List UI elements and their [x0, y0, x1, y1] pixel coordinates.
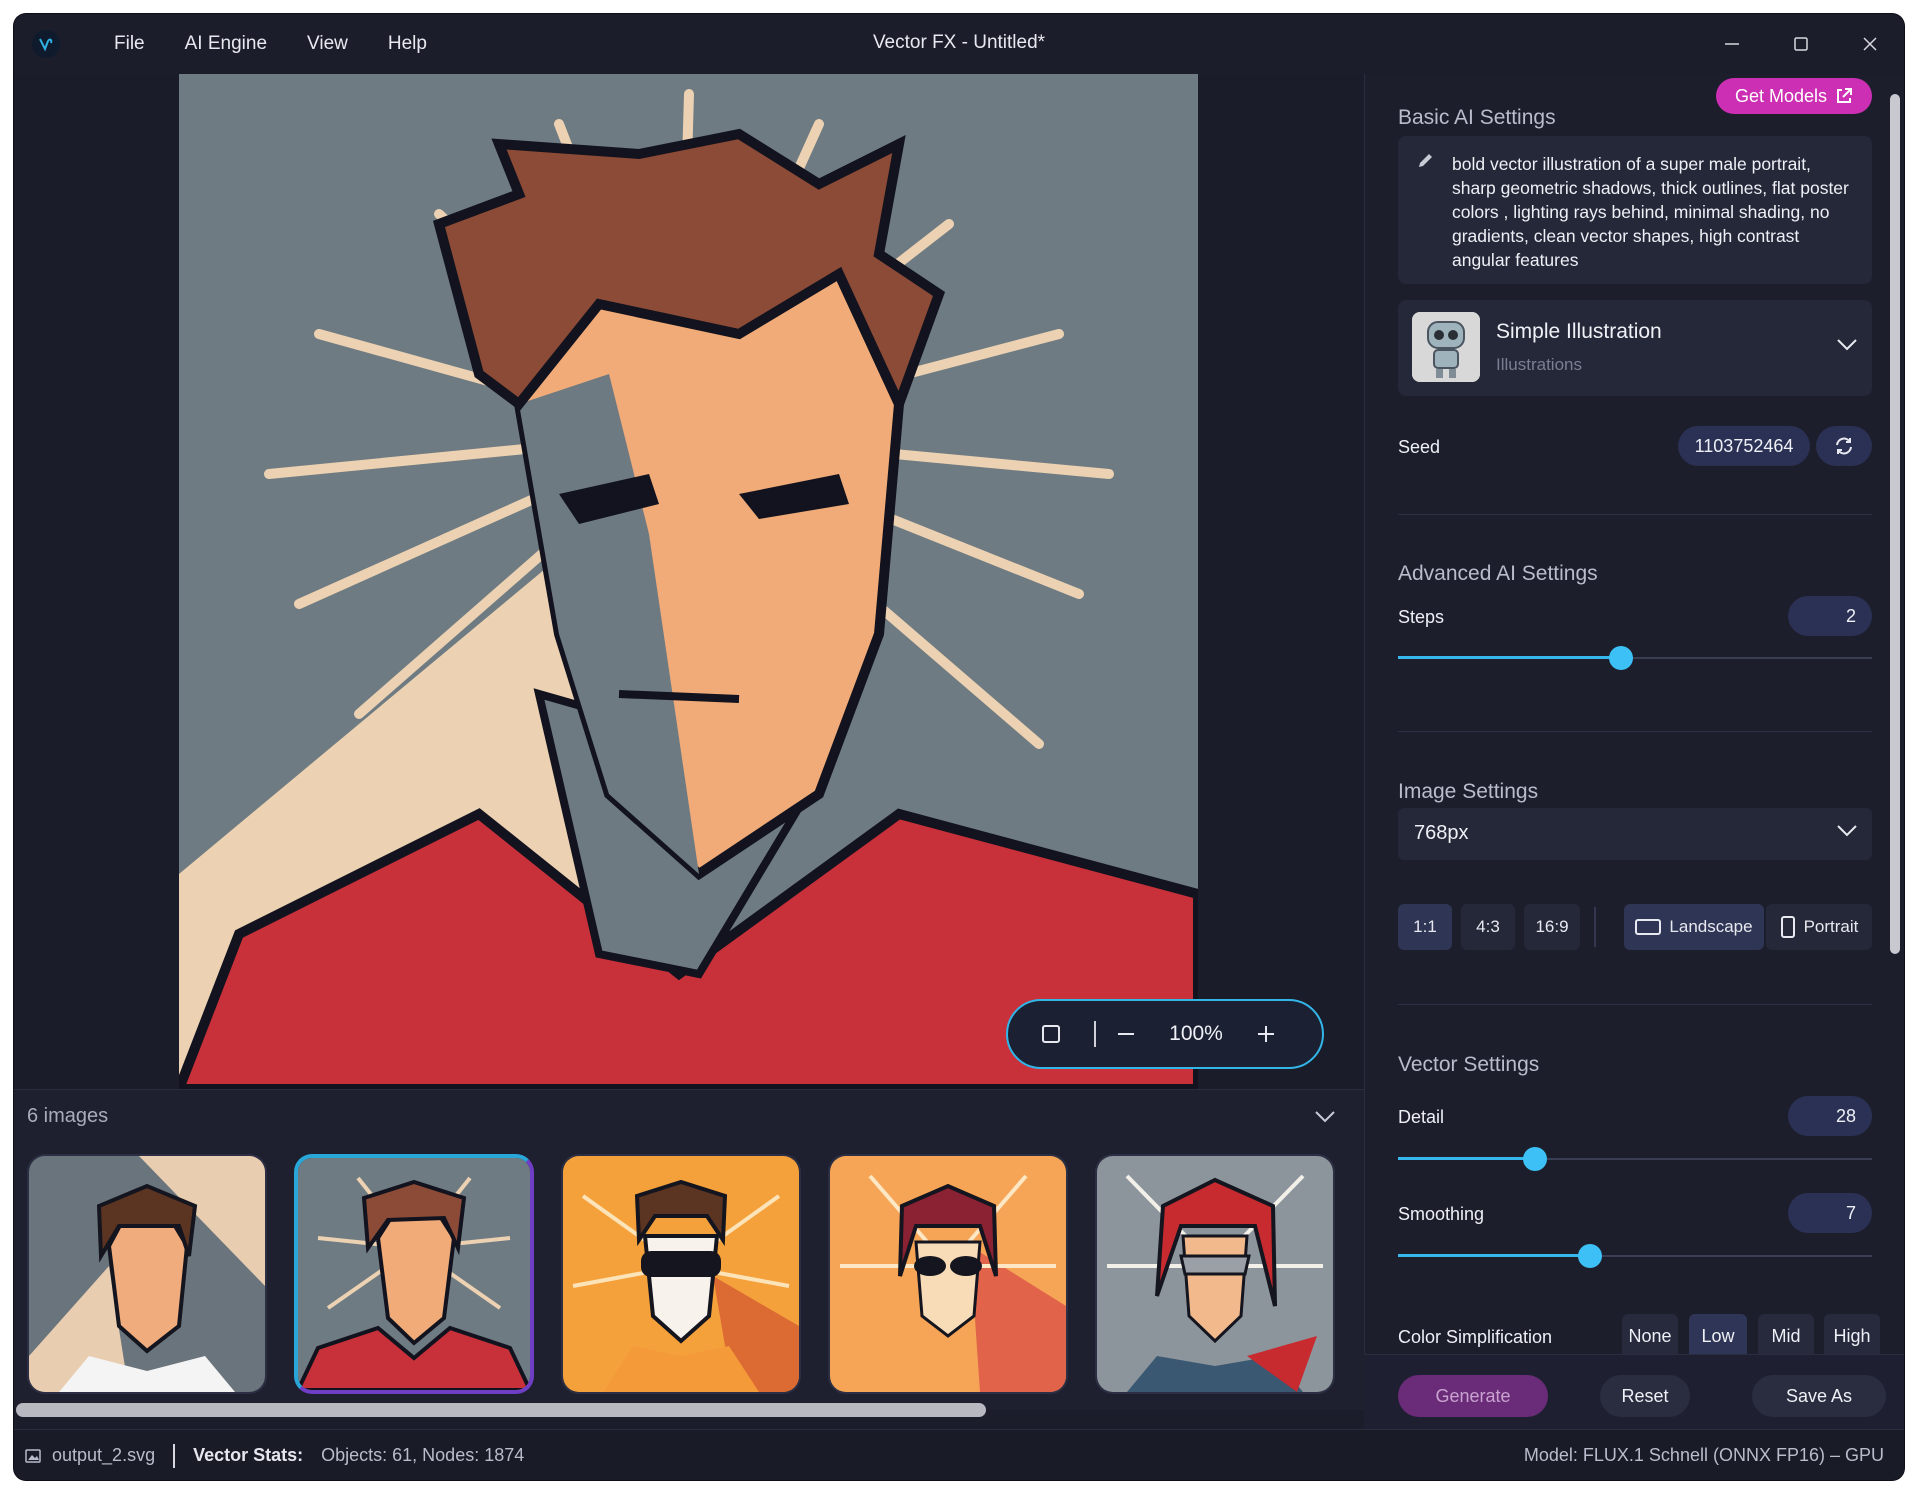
- prompt-input[interactable]: bold vector illustration of a super male…: [1398, 136, 1872, 284]
- detail-label: Detail: [1398, 1107, 1445, 1127]
- window-controls: [1697, 14, 1904, 74]
- seed-input[interactable]: 1103752464: [1678, 426, 1810, 466]
- canvas-area[interactable]: 100%: [14, 74, 1364, 1089]
- minimize-icon: [1724, 43, 1739, 45]
- steps-slider[interactable]: [1398, 646, 1872, 670]
- thumbnail-4[interactable]: [828, 1154, 1068, 1394]
- frame-icon: [1042, 1025, 1060, 1043]
- status-bar: output_2.svg Vector Stats: Objects: 61, …: [14, 1429, 1904, 1480]
- smoothing-value[interactable]: 7: [1788, 1193, 1872, 1233]
- image-settings-title: Image Settings: [1398, 780, 1539, 803]
- robot-icon: [1412, 312, 1480, 382]
- smoothing-slider-handle[interactable]: [1577, 1244, 1602, 1268]
- fit-view-button[interactable]: [1008, 1024, 1094, 1044]
- collapse-gallery-button[interactable]: [1314, 1110, 1336, 1129]
- close-icon: [1862, 37, 1877, 51]
- divider: [1398, 514, 1872, 515]
- maximize-icon: [1793, 37, 1808, 51]
- chevron-down-icon: [1837, 825, 1857, 837]
- thumbnail-1[interactable]: [27, 1154, 267, 1394]
- steps-label: Steps: [1398, 607, 1445, 627]
- landscape-label: Landscape: [1669, 917, 1753, 936]
- color-low-button[interactable]: Low: [1689, 1314, 1747, 1354]
- status-divider: [173, 1443, 176, 1468]
- external-link-icon: [1837, 88, 1853, 103]
- thumbnail-5[interactable]: [1095, 1154, 1335, 1394]
- thumbnail-list: [27, 1154, 1335, 1394]
- smoothing-slider[interactable]: [1398, 1244, 1872, 1268]
- detail-slider[interactable]: [1398, 1147, 1872, 1171]
- model-category: Illustrations: [1496, 355, 1582, 374]
- advanced-settings-title: Advanced AI Settings: [1398, 562, 1598, 585]
- color-high-button[interactable]: High: [1824, 1314, 1880, 1354]
- detail-value[interactable]: 28: [1788, 1096, 1872, 1136]
- color-mid-button[interactable]: Mid: [1758, 1314, 1814, 1354]
- model-name: Simple Illustration: [1496, 320, 1662, 343]
- color-simplification-label: Color Simplification: [1398, 1327, 1553, 1347]
- divider: [1398, 731, 1872, 732]
- aspect-16-9-button[interactable]: 16:9: [1524, 904, 1580, 950]
- thumbnail-3[interactable]: [561, 1154, 801, 1394]
- color-none-button[interactable]: None: [1622, 1314, 1678, 1354]
- landscape-button[interactable]: Landscape: [1624, 904, 1764, 950]
- vector-settings-title: Vector Settings: [1398, 1053, 1540, 1076]
- zoom-control: 100%: [1006, 999, 1324, 1069]
- get-models-button[interactable]: Get Models: [1716, 78, 1872, 114]
- seed-label: Seed: [1398, 437, 1441, 457]
- detail-slider-handle[interactable]: [1523, 1147, 1548, 1171]
- prompt-text: bold vector illustration of a super male…: [1452, 154, 1849, 270]
- aspect-1-1-button[interactable]: 1:1: [1398, 904, 1452, 950]
- randomize-seed-button[interactable]: [1816, 426, 1872, 466]
- gallery-strip: 6 images: [14, 1089, 1364, 1410]
- steps-value[interactable]: 2: [1788, 596, 1872, 636]
- pencil-icon: [1419, 154, 1432, 167]
- minus-icon: [1118, 1033, 1134, 1035]
- generate-button[interactable]: Generate: [1398, 1375, 1548, 1417]
- zoom-in-button[interactable]: [1236, 1024, 1296, 1044]
- vector-stats-label: Vector Stats:: [193, 1445, 304, 1465]
- segment-divider: [1594, 907, 1596, 947]
- zoom-level: 100%: [1169, 1022, 1223, 1045]
- action-bar: Generate Reset Save As: [1364, 1354, 1904, 1430]
- divider: [1398, 1004, 1872, 1005]
- resolution-value: 768px: [1414, 822, 1469, 844]
- reset-button[interactable]: Reset: [1600, 1375, 1690, 1417]
- zoom-out-button[interactable]: [1096, 1024, 1156, 1044]
- basic-settings-title: Basic AI Settings: [1398, 106, 1556, 129]
- portrait-label: Portrait: [1803, 917, 1859, 936]
- vertical-scrollbar[interactable]: [1890, 94, 1900, 954]
- gallery-count: 6 images: [27, 1105, 109, 1127]
- main-artwork[interactable]: [179, 74, 1198, 1089]
- image-file-icon: [25, 1448, 41, 1463]
- app-window: File AI Engine View Help Vector FX - Unt…: [14, 14, 1904, 1480]
- steps-slider-handle[interactable]: [1608, 646, 1633, 670]
- minimize-button[interactable]: [1697, 14, 1766, 74]
- resolution-dropdown[interactable]: 768px: [1398, 808, 1872, 860]
- horizontal-scrollbar[interactable]: [16, 1403, 986, 1417]
- chevron-down-icon: [1837, 339, 1857, 351]
- refresh-icon: [1836, 437, 1852, 455]
- smoothing-label: Smoothing: [1398, 1204, 1485, 1224]
- status-model: Model: FLUX.1 Schnell (ONNX FP16) – GPU: [1523, 1445, 1884, 1465]
- portrait-button[interactable]: Portrait: [1766, 904, 1872, 950]
- save-as-button[interactable]: Save As: [1752, 1375, 1886, 1417]
- vector-stats-value: Objects: 61, Nodes: 1874: [321, 1445, 525, 1465]
- window-title: Vector FX - Untitled*: [872, 32, 1046, 53]
- title-bar: File AI Engine View Help Vector FX - Unt…: [14, 14, 1904, 74]
- get-models-label: Get Models: [1734, 85, 1828, 106]
- maximize-button[interactable]: [1766, 14, 1835, 74]
- thumbnail-2[interactable]: [294, 1154, 534, 1394]
- model-selector[interactable]: Simple Illustration Illustrations: [1398, 300, 1872, 396]
- aspect-4-3-button[interactable]: 4:3: [1461, 904, 1515, 950]
- status-file-name: output_2.svg: [52, 1445, 156, 1465]
- portrait-icon: [1780, 916, 1795, 938]
- close-button[interactable]: [1835, 14, 1904, 74]
- plus-icon: [1258, 1026, 1274, 1042]
- chevron-down-icon: [1315, 1111, 1335, 1123]
- landscape-icon: [1635, 919, 1662, 935]
